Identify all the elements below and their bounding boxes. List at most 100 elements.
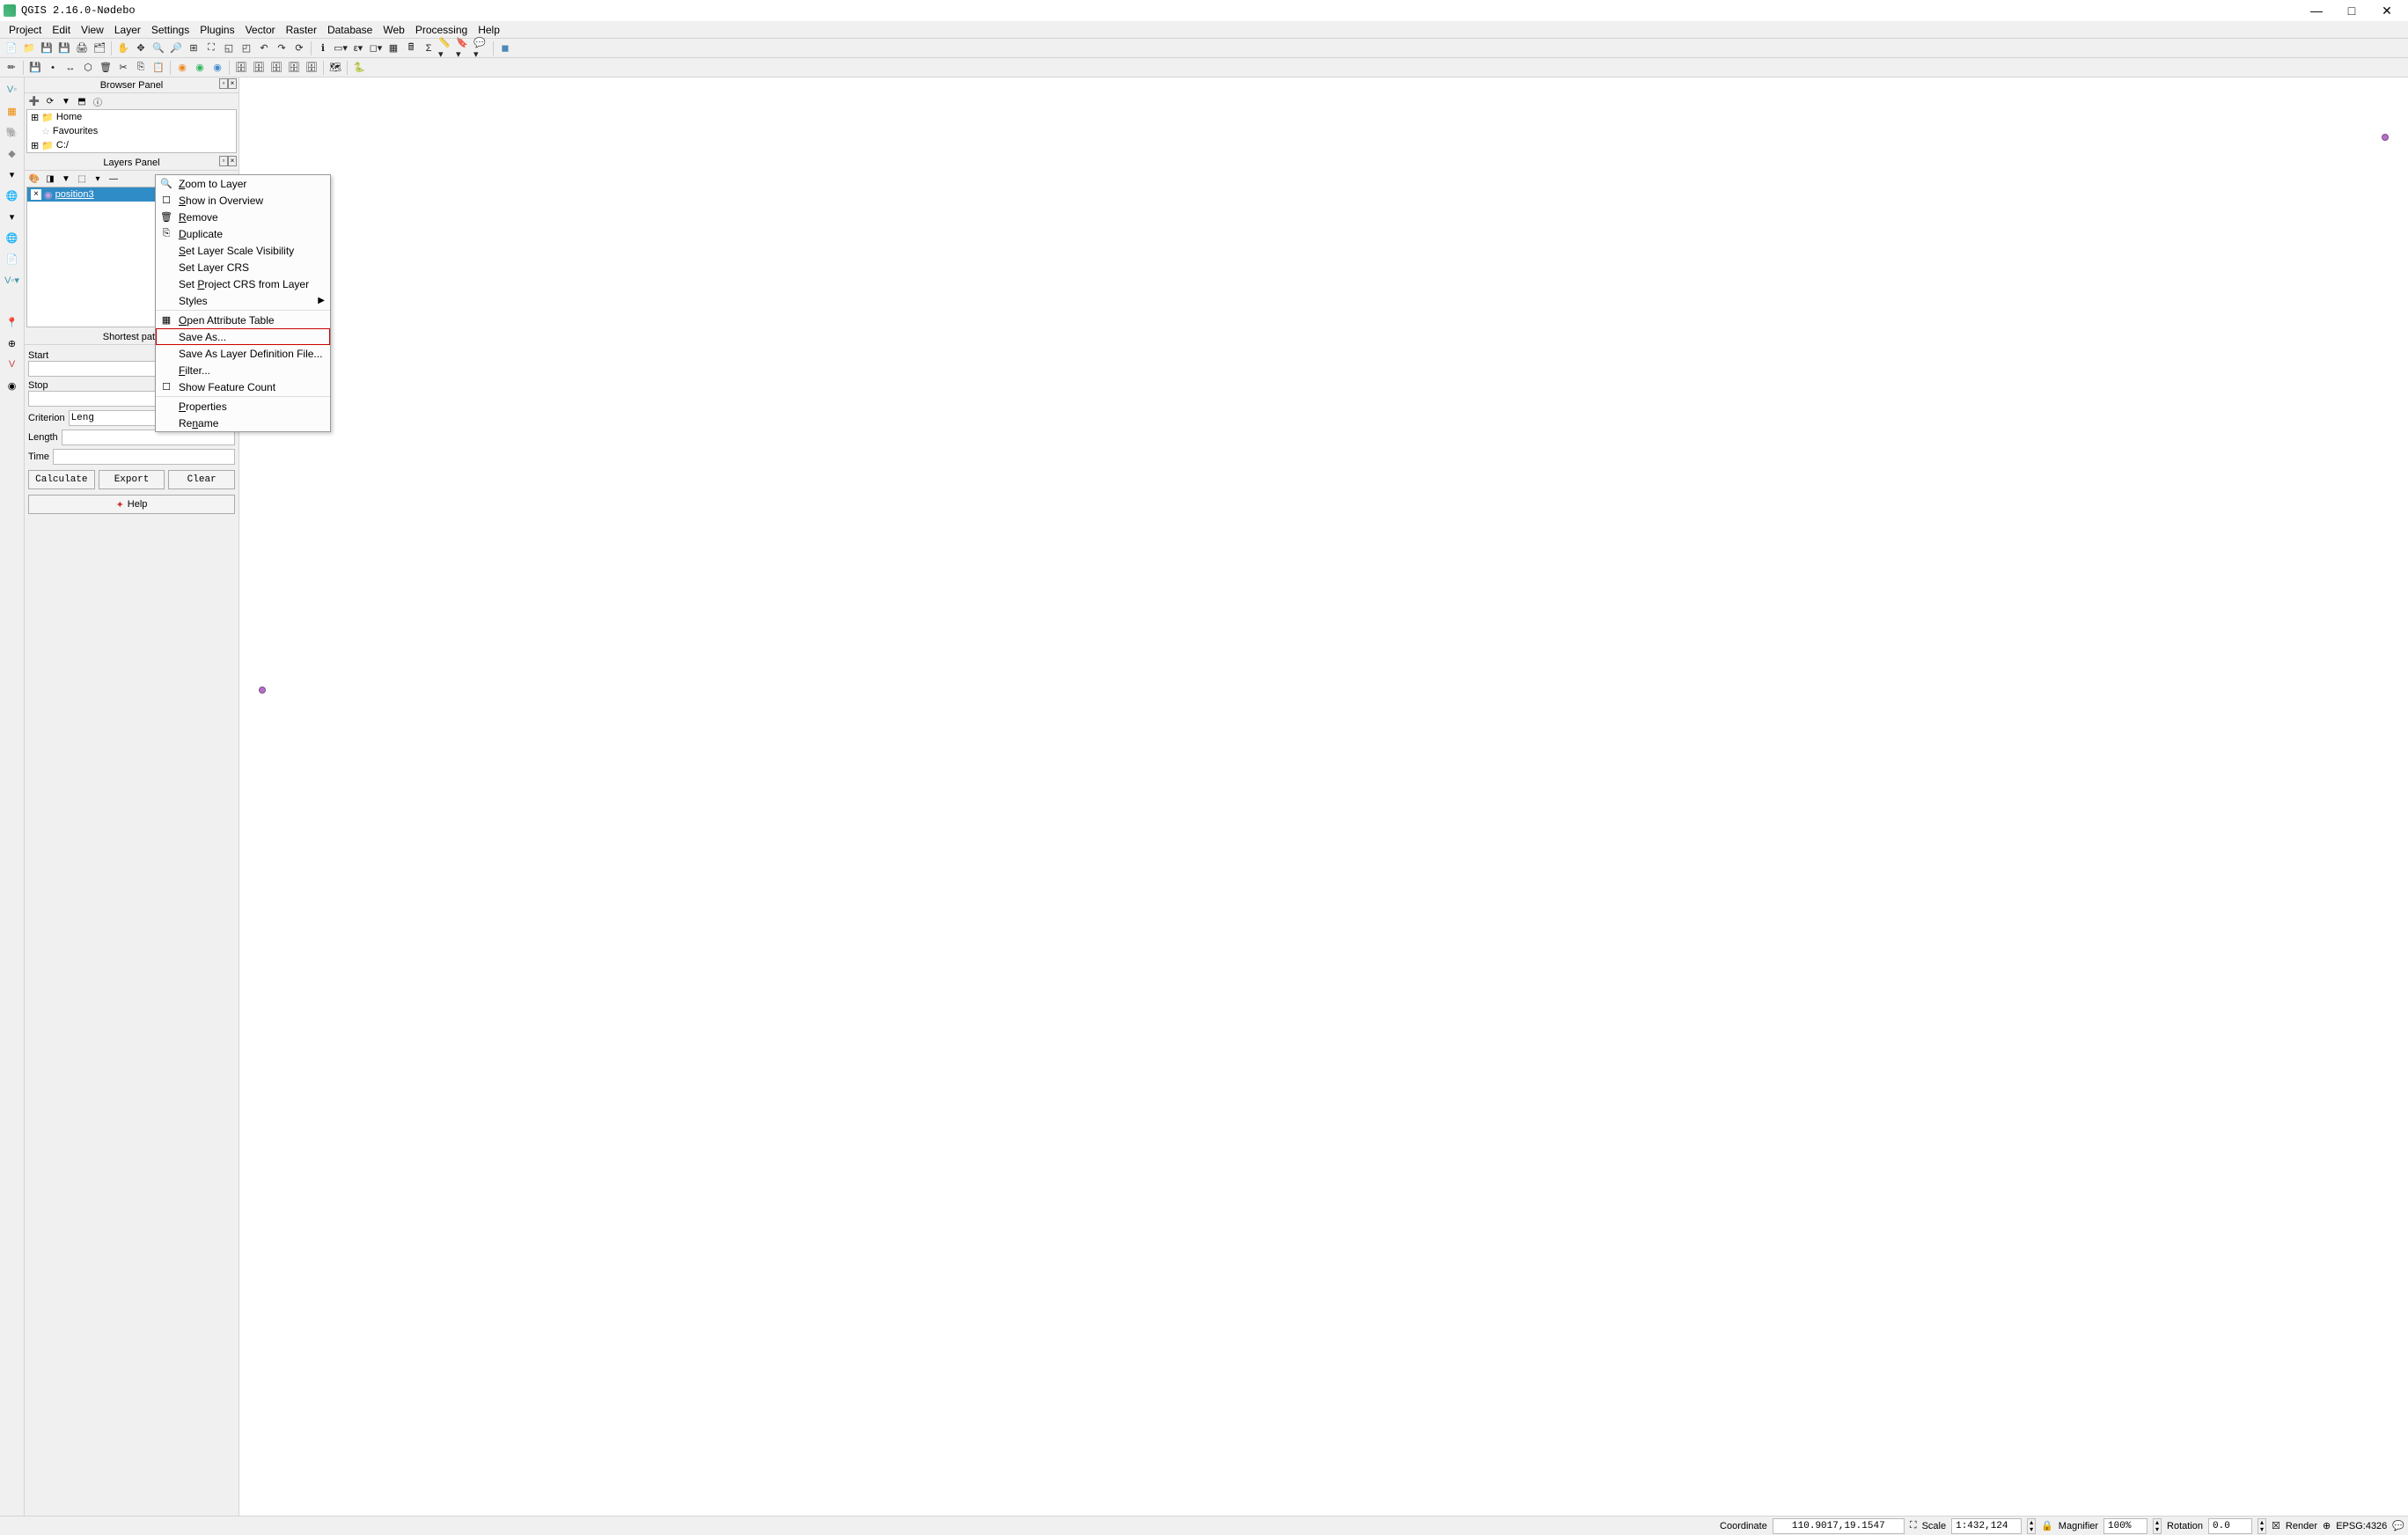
menu-settings[interactable]: Settings xyxy=(146,24,195,36)
scale-input[interactable] xyxy=(1951,1518,2022,1534)
messages-icon[interactable]: 💬 xyxy=(2392,1520,2404,1531)
paste-icon[interactable]: 📋 xyxy=(150,60,166,76)
measure-icon[interactable]: 📏▾ xyxy=(438,40,454,56)
cm-filter[interactable]: Filter... xyxy=(156,362,330,378)
new-shp-icon[interactable]: V◦▾ xyxy=(4,271,21,289)
lock-icon[interactable]: 🔒 xyxy=(2041,1520,2053,1531)
add-feature-icon[interactable]: • xyxy=(45,60,61,76)
menu-view[interactable]: View xyxy=(76,24,109,36)
menu-project[interactable]: Project xyxy=(4,24,47,36)
delete-icon[interactable]: 🗑 xyxy=(98,60,114,76)
menu-raster[interactable]: Raster xyxy=(281,24,322,36)
db5-icon[interactable]: 🗄 xyxy=(304,60,319,76)
tree-home[interactable]: ⊞📁Home xyxy=(27,110,236,124)
pan-icon[interactable]: ✋ xyxy=(115,40,131,56)
cm-styles[interactable]: Styles▶ xyxy=(156,292,330,309)
select-expr-icon[interactable]: ε▾ xyxy=(350,40,366,56)
browser-tree[interactable]: ⊞📁Home ☆Favourites ⊞📁C:/ xyxy=(26,109,237,153)
extents-icon[interactable]: ⛶ xyxy=(1910,1520,1917,1531)
menu-edit[interactable]: Edit xyxy=(47,24,76,36)
zoom-full-icon[interactable]: ⛶ xyxy=(203,40,219,56)
expand-icon[interactable]: ⬚ xyxy=(76,173,88,185)
copy-icon[interactable]: ⎘ xyxy=(133,60,149,76)
add-spatialite-icon[interactable]: ◆ xyxy=(4,144,21,162)
map-icon[interactable]: 🗺 xyxy=(327,60,343,76)
scale-spinner[interactable]: ▴▾ xyxy=(2027,1518,2036,1534)
crs-icon[interactable]: ⊕ xyxy=(2323,1520,2331,1531)
magnifier-input[interactable] xyxy=(2103,1518,2147,1534)
field-calc-icon[interactable]: 🖩 xyxy=(403,40,419,56)
annotation-icon[interactable]: 💬▾ xyxy=(474,40,489,56)
coord-capture-icon[interactable]: ⊕ xyxy=(4,334,21,352)
add-mssql-icon[interactable]: ▾ xyxy=(4,165,21,183)
cm-zoom-to-layer[interactable]: 🔍Zoom to Layer xyxy=(156,175,330,192)
rotation-input[interactable] xyxy=(2208,1518,2252,1534)
zoom-last-icon[interactable]: ↶ xyxy=(256,40,272,56)
db4-icon[interactable]: 🗄 xyxy=(286,60,302,76)
render-checkbox[interactable]: ☒ xyxy=(2272,1520,2280,1531)
filter-legend-icon[interactable]: ◨ xyxy=(44,173,56,185)
menu-database[interactable]: Database xyxy=(322,24,378,36)
bookmarks-icon[interactable]: 🔖▾ xyxy=(456,40,472,56)
filter-browser-icon[interactable]: ▼ xyxy=(60,95,72,107)
remove-layer-icon[interactable]: — xyxy=(107,173,120,185)
node-tool-icon[interactable]: ⬡ xyxy=(80,60,96,76)
move-feature-icon[interactable]: ↔ xyxy=(62,60,78,76)
panel-undock-icon[interactable]: ▫ xyxy=(219,78,228,89)
time-input[interactable] xyxy=(53,449,235,465)
select-icon[interactable]: ▭▾ xyxy=(333,40,349,56)
rot-spinner[interactable]: ▴▾ xyxy=(2258,1518,2266,1534)
add-csv-icon[interactable]: 📄 xyxy=(4,250,21,268)
minimize-button[interactable]: — xyxy=(2299,0,2334,21)
coord-input[interactable] xyxy=(1773,1518,1905,1534)
refresh-browser-icon[interactable]: ⟳ xyxy=(44,95,56,107)
clear-button[interactable]: Clear xyxy=(168,470,235,489)
htp-icon[interactable]: ◼ xyxy=(497,40,513,56)
cm-scale-visibility[interactable]: Set Layer Scale Visibility xyxy=(156,242,330,259)
layer-visibility-checkbox[interactable]: × xyxy=(31,189,41,200)
cm-feature-count[interactable]: ☐Show Feature Count xyxy=(156,378,330,395)
cm-project-crs[interactable]: Set Project CRS from Layer xyxy=(156,275,330,292)
filter-expr-icon[interactable]: ▼ xyxy=(60,173,72,185)
add-vector-icon[interactable]: V◦ xyxy=(4,81,21,99)
cm-remove[interactable]: 🗑Remove xyxy=(156,209,330,225)
save-icon[interactable]: 💾 xyxy=(39,40,55,56)
export-button[interactable]: Export xyxy=(99,470,165,489)
cm-show-overview[interactable]: ☐Show in Overview xyxy=(156,192,330,209)
gps-icon[interactable]: 📍 xyxy=(4,313,21,331)
maximize-button[interactable]: □ xyxy=(2334,0,2369,21)
panel-undock-icon[interactable]: ▫ xyxy=(219,156,228,166)
menu-layer[interactable]: Layer xyxy=(109,24,146,36)
add-postgis-icon[interactable]: 🐘 xyxy=(4,123,21,141)
tree-favourites[interactable]: ☆Favourites xyxy=(27,124,236,138)
db2-icon[interactable]: 🗄 xyxy=(251,60,267,76)
style3-icon[interactable]: ◉ xyxy=(209,60,225,76)
python-icon[interactable]: 🐍 xyxy=(351,60,367,76)
menu-web[interactable]: Web xyxy=(378,24,409,36)
menu-processing[interactable]: Processing xyxy=(410,24,473,36)
calculate-button[interactable]: Calculate xyxy=(28,470,95,489)
new-project-icon[interactable]: 📄 xyxy=(4,40,19,56)
style2-icon[interactable]: ◉ xyxy=(192,60,208,76)
map-canvas[interactable] xyxy=(239,77,2408,1516)
add-layer-icon[interactable]: ➕ xyxy=(28,95,40,107)
add-raster-icon[interactable]: ▦ xyxy=(4,102,21,120)
zoom-layer-icon[interactable]: ◰ xyxy=(239,40,254,56)
add-wms-icon[interactable]: 🌐 xyxy=(4,187,21,204)
open-project-icon[interactable]: 📁 xyxy=(21,40,37,56)
style-preset-icon[interactable]: 🎨 xyxy=(28,173,40,185)
cm-duplicate[interactable]: ⎘Duplicate xyxy=(156,225,330,242)
stats-icon[interactable]: Σ xyxy=(421,40,437,56)
edit-toggle-icon[interactable]: ✏ xyxy=(4,60,19,76)
menu-help[interactable]: Help xyxy=(473,24,505,36)
properties-icon[interactable]: ⓘ xyxy=(92,95,104,107)
db-icon[interactable]: 🗄 xyxy=(233,60,249,76)
help-button[interactable]: ✦Help xyxy=(28,495,235,514)
virtual-layer-icon[interactable]: V xyxy=(4,356,21,373)
cm-open-attr-table[interactable]: ▦Open Attribute Table xyxy=(156,312,330,328)
mag-spinner[interactable]: ▴▾ xyxy=(2153,1518,2162,1534)
save-as-icon[interactable]: 💾 xyxy=(56,40,72,56)
identify-icon[interactable]: ℹ xyxy=(315,40,331,56)
menu-plugins[interactable]: Plugins xyxy=(195,24,239,36)
close-button[interactable]: ✕ xyxy=(2369,0,2404,21)
